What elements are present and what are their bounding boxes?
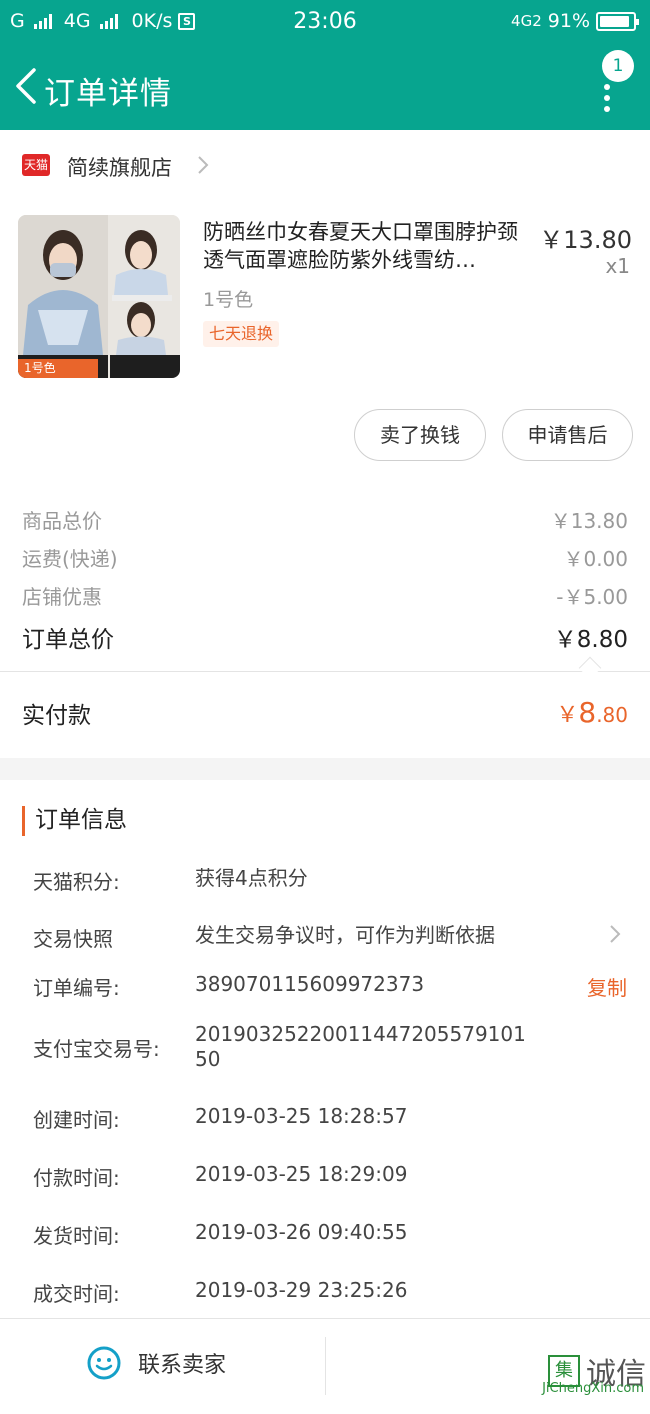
paid-decimal: .80 xyxy=(596,703,628,727)
info-value: 2019032522001144720557910150 xyxy=(195,1022,526,1071)
nav-bar: 订单详情 1 xyxy=(0,50,650,126)
info-value: 2019-03-25 18:28:57 xyxy=(195,1104,408,1128)
battery-percent: 91% xyxy=(547,10,590,32)
more-menu-button[interactable]: 1 xyxy=(592,50,634,112)
product-title[interactable]: 防晒丝巾女春夏天大口罩围脖护颈透气面罩遮脸防紫外线雪纺… xyxy=(203,218,538,274)
network-type: 4G2 xyxy=(511,12,542,30)
sell-for-cash-button[interactable]: 卖了换钱 xyxy=(354,409,486,461)
product-image[interactable]: 1号色 xyxy=(18,215,180,378)
summary-goods-total: 商品总价 ￥13.80 xyxy=(22,505,628,535)
summary-label: 商品总价 xyxy=(22,509,102,533)
info-value: 2019-03-25 18:29:09 xyxy=(195,1162,408,1186)
info-label: 交易快照 xyxy=(33,927,113,951)
section-gap xyxy=(0,758,650,780)
paid-value: ￥8.80 xyxy=(556,696,628,729)
contact-seller-button[interactable]: 联系卖家 xyxy=(86,1345,226,1381)
info-label: 发货时间: xyxy=(33,1224,120,1248)
product-photo xyxy=(18,215,180,378)
summary-label: 运费(快递) xyxy=(22,547,118,571)
info-value: 389070115609972373 xyxy=(195,972,425,996)
watermark-url: JiChengXin.com xyxy=(542,1381,644,1396)
divider-notch xyxy=(578,656,602,680)
paid-integer: 8 xyxy=(578,696,597,729)
image-color-tag: 1号色 xyxy=(18,359,98,378)
chevron-right-icon xyxy=(610,925,621,943)
order-info-heading: 订单信息 xyxy=(22,806,127,836)
chevron-right-icon xyxy=(198,156,209,174)
info-value: 获得4点积分 xyxy=(195,866,308,890)
info-label: 天猫积分: xyxy=(33,870,120,894)
chevron-left-icon xyxy=(16,68,36,104)
info-label: 成交时间: xyxy=(33,1282,120,1306)
summary-label: 店铺优惠 xyxy=(22,585,102,609)
back-button[interactable] xyxy=(12,66,42,106)
summary-shipping: 运费(快递) ￥0.00 xyxy=(22,543,628,573)
after-sale-button[interactable]: 申请售后 xyxy=(502,409,633,461)
summary-shop-discount: 店铺优惠 -￥5.00 xyxy=(22,581,628,611)
product-quantity: x1 xyxy=(605,254,630,278)
status-bar: G 4G 0K/s S 23:06 4G2 91% xyxy=(0,0,650,44)
info-label: 订单编号: xyxy=(33,976,120,1000)
bottom-divider xyxy=(325,1337,326,1395)
order-total-label: 订单总价 xyxy=(22,627,114,653)
paid-currency: ￥ xyxy=(556,703,579,728)
summary-value: ￥0.00 xyxy=(563,547,628,571)
shop-name: 简续旗舰店 xyxy=(67,156,172,180)
battery-fill xyxy=(600,15,630,27)
return-policy-tag: 七天退换 xyxy=(203,321,280,347)
paid-label: 实付款 xyxy=(22,703,91,729)
info-label: 创建时间: xyxy=(33,1108,120,1132)
message-badge: 1 xyxy=(602,50,634,82)
battery-icon xyxy=(596,11,639,31)
shop-row[interactable]: 天猫 简续旗舰店 xyxy=(0,140,650,192)
app-header: G 4G 0K/s S 23:06 4G2 91% 订单详情 1 xyxy=(0,0,650,130)
page-title: 订单详情 xyxy=(44,76,172,112)
chat-smile-icon xyxy=(87,1346,121,1380)
product-price: ￥13.80 xyxy=(539,226,632,254)
info-value: 发生交易争议时，可作为判断依据 xyxy=(195,923,495,947)
divider xyxy=(0,671,650,672)
contact-seller-label: 联系卖家 xyxy=(138,1353,227,1378)
product-sku: 1号色 xyxy=(203,289,254,311)
summary-value: ￥13.80 xyxy=(550,509,628,533)
tmall-logo: 天猫 xyxy=(22,154,50,176)
copy-order-no-button[interactable]: 复制 xyxy=(587,972,627,1001)
order-total-row: 订单总价 ￥8.80 xyxy=(22,620,628,653)
info-label: 付款时间: xyxy=(33,1166,120,1190)
info-value: 2019-03-26 09:40:55 xyxy=(195,1220,408,1244)
info-value: 2019-03-29 23:25:26 xyxy=(195,1278,408,1302)
summary-value: -￥5.00 xyxy=(556,585,628,609)
info-label: 支付宝交易号: xyxy=(33,1037,160,1061)
status-right: 4G2 91% xyxy=(511,10,639,32)
bottom-bar: 联系卖家 集 诚信 JiChengXin.com xyxy=(0,1318,650,1414)
paid-amount-row: 实付款 ￥8.80 xyxy=(22,696,628,736)
more-vertical-icon xyxy=(604,84,610,117)
order-total-value: ￥8.80 xyxy=(553,627,628,653)
